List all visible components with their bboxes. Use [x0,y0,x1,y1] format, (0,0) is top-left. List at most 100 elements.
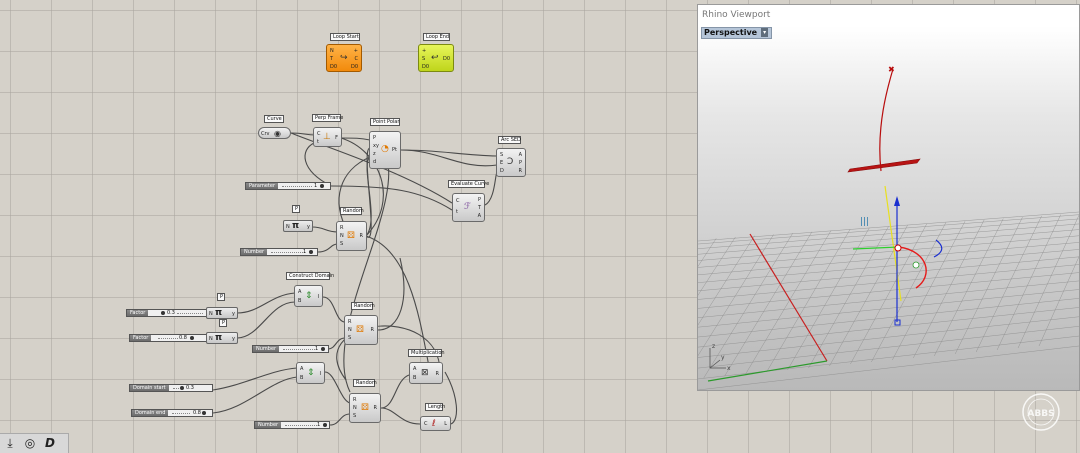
pi-3-input-n[interactable]: N [209,336,213,342]
multiplication-node[interactable]: A B ⊠ R [409,362,443,384]
perspective-view-tab[interactable]: Perspective ▾ [701,27,773,39]
loop-start-output-d0[interactable]: D0 [351,64,358,70]
arc-sed-output-p[interactable]: P [519,160,522,166]
perp-frame-input-t[interactable]: t [317,139,319,145]
arc-sed-input-s[interactable]: S [500,152,503,158]
point-polar-input-xy[interactable]: xy [373,143,379,149]
slider-knob[interactable] [161,311,165,315]
loop-start-output-plus[interactable]: + [354,48,358,54]
random-1-input-r[interactable]: R [340,225,343,231]
pi-3-output-y[interactable]: y [232,336,235,342]
viewport-scene[interactable]: ✖ ||| z y x [698,26,1079,390]
construct-domain-node[interactable]: A B ⇕ I [294,285,323,307]
pi-2-node[interactable]: N π y [206,307,238,319]
pi-1-node[interactable]: N π y [283,220,313,232]
scene-canvas[interactable]: ✖ ||| z y x [698,26,1079,390]
loop-start-input-n[interactable]: N [330,48,334,54]
length-node[interactable]: C ℓ L [420,416,451,431]
loop-start-input-d0[interactable]: D0 [330,64,337,70]
number-slider-1[interactable]: Number 1 [240,248,318,256]
loop-end-node[interactable]: + S D0 ↩ D0 [418,44,454,72]
slider-knob[interactable] [202,411,206,415]
random-3-output-r[interactable]: R [374,405,377,411]
random-3-input-n[interactable]: N [353,405,357,411]
point-polar-input-p[interactable]: P [373,135,376,141]
rhino-viewport[interactable]: Rhino Viewport ✖ ||| z y x Perspective ▾ [697,4,1080,391]
factor-slider-1[interactable]: Factor 0.3 [126,309,207,317]
random-3-node[interactable]: R N S ⚄ R [349,393,381,423]
construct-domain-output-i[interactable]: I [318,294,319,300]
slider-knob[interactable] [323,423,327,427]
point-polar-output-pt[interactable]: Pt [392,147,397,153]
arc-sed-input-d[interactable]: D [500,168,504,174]
random-2-output-r[interactable]: R [371,327,374,333]
multiplication-output-r[interactable]: R [436,371,439,377]
domain-start-slider[interactable]: Domain start 0.3 [129,384,213,392]
document-icon[interactable]: D [42,435,58,451]
random-2-node[interactable]: R N S ⚄ R [344,315,378,345]
point-polar-input-d[interactable]: d [373,159,376,165]
curve-param-node[interactable]: Crv ◉ [258,127,291,139]
slider-knob[interactable] [321,347,325,351]
loop-end-input-plus[interactable]: + [422,48,426,54]
random-1-input-s[interactable]: S [340,241,343,247]
factor-slider-2[interactable]: Factor 0.8 [129,334,207,342]
random-1-node[interactable]: R N S ⚄ R [336,221,367,251]
slider-track [271,252,305,254]
construct-domain-2-output-i[interactable]: I [320,371,321,377]
random-2-input-n[interactable]: N [348,327,352,333]
point-polar-node[interactable]: P xy z d ◔ Pt [369,131,401,169]
random-3-input-r[interactable]: R [353,397,356,403]
multiplication-input-a[interactable]: A [413,366,416,372]
loop-start-output-c[interactable]: C [355,56,359,62]
length-input-c[interactable]: C [424,421,428,427]
evaluate-curve-node[interactable]: C t ℱ P T A [452,193,485,222]
arc-sed-output-r[interactable]: R [519,168,522,174]
construct-domain-input-b[interactable]: B [298,298,301,304]
evaluate-curve-input-c[interactable]: C [456,198,460,204]
pi-1-output-y[interactable]: y [307,224,310,230]
arc-sed-node[interactable]: S E D Ↄ A P R [496,148,526,177]
slider-knob[interactable] [309,250,313,254]
construct-domain-input-a[interactable]: A [298,289,301,295]
loop-end-input-d0[interactable]: D0 [422,64,429,70]
length-output-l[interactable]: L [444,421,447,427]
slider-knob[interactable] [180,386,184,390]
slider-knob[interactable] [190,336,194,340]
random-3-input-s[interactable]: S [353,413,356,419]
loop-end-output-d0[interactable]: D0 [443,56,450,62]
loop-end-input-s[interactable]: S [422,56,425,62]
evaluate-curve-output-a[interactable]: A [478,213,481,219]
preview-icon[interactable]: ◎ [22,435,38,451]
random-2-input-s[interactable]: S [348,335,351,341]
bake-icon[interactable]: ⤓ [2,435,18,451]
arc-sed-input-e[interactable]: E [500,160,503,166]
evaluate-curve-output-t[interactable]: T [478,205,481,211]
domain-end-slider[interactable]: Domain end 0.8 [131,409,213,417]
construct-domain-2-input-a[interactable]: A [300,366,303,372]
perp-frame-output-f[interactable]: F [335,135,338,141]
number-slider-3[interactable]: Number 1 [254,421,330,429]
evaluate-curve-output-p[interactable]: P [478,197,481,203]
number-slider-2[interactable]: Number 1 [252,345,329,353]
slider-knob[interactable] [320,184,324,188]
view-dropdown-arrow-icon[interactable]: ▾ [761,28,769,37]
pi-2-input-n[interactable]: N [209,311,213,317]
loop-start-input-t[interactable]: T [330,56,333,62]
perp-frame-input-c[interactable]: C [317,131,321,137]
point-polar-input-z[interactable]: z [373,151,376,157]
pi-1-input-n[interactable]: N [286,224,290,230]
pi-3-node[interactable]: N π y [206,332,238,344]
multiplication-input-b[interactable]: B [413,375,416,381]
evaluate-curve-input-t[interactable]: t [456,209,458,215]
pi-2-output-y[interactable]: y [232,311,235,317]
construct-domain-2-input-b[interactable]: B [300,375,303,381]
parameter-slider[interactable]: Parameter 1 [245,182,331,190]
perp-frame-node[interactable]: C t ⊥ F [313,127,342,147]
random-1-input-n[interactable]: N [340,233,344,239]
arc-sed-output-a[interactable]: A [519,152,522,158]
random-2-input-r[interactable]: R [348,319,351,325]
construct-domain-2-node[interactable]: A B ⇕ I [296,362,325,384]
loop-start-node[interactable]: N T D0 ↪ + C D0 [326,44,362,72]
random-1-output-r[interactable]: R [360,233,363,239]
